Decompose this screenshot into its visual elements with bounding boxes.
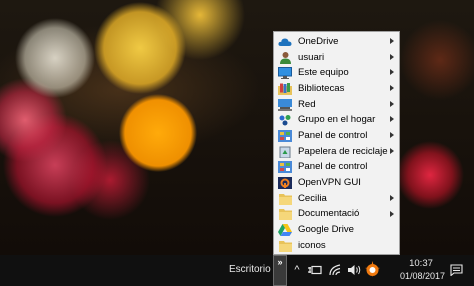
submenu-arrow-icon: [390, 85, 394, 92]
show-hidden-icons-button[interactable]: ^: [292, 263, 302, 277]
google-drive-icon: [278, 224, 292, 237]
submenu-arrow-icon: [390, 53, 394, 60]
desktop-wallpaper: [0, 0, 474, 255]
menu-item-cecilia[interactable]: Cecilia: [274, 191, 399, 207]
wifi-icon[interactable]: [329, 263, 342, 277]
openvpn-icon: [278, 177, 292, 190]
taskbar: Escritorio » ^ 10:37 01/08/2017: [0, 255, 474, 286]
chevron-up-icon: ^: [294, 264, 300, 276]
menu-item-documentacio[interactable]: Documentació: [274, 207, 399, 223]
menu-item-label: Google Drive: [298, 224, 354, 236]
folder-icon: [278, 240, 292, 252]
clock-time: 10:37: [409, 258, 433, 269]
menu-item-label: Bibliotecas: [298, 82, 345, 94]
submenu-arrow-icon: [390, 194, 394, 201]
menu-item-label: OpenVPN GUI: [298, 177, 361, 189]
menu-item-label: Panel de control: [298, 129, 368, 141]
control-panel-icon: [278, 129, 292, 142]
menu-item-label: Documentació: [298, 208, 360, 220]
menu-item-label: Este equipo: [298, 67, 349, 79]
menu-item-openvpn[interactable]: OpenVPN GUI: [274, 175, 399, 191]
computer-icon: [278, 67, 292, 80]
clock-date: 01/08/2017: [400, 271, 446, 281]
libraries-icon: [278, 82, 292, 95]
chevron-label: »: [277, 257, 283, 267]
menu-item-usuari[interactable]: usuari: [274, 50, 399, 66]
submenu-arrow-icon: [390, 38, 394, 44]
menu-item-label: Cecilia: [298, 192, 327, 204]
submenu-arrow-icon: [390, 147, 394, 154]
submenu-arrow-icon: [390, 69, 394, 76]
submenu-arrow-icon: [390, 132, 394, 139]
desktop-toolbar-label[interactable]: Escritorio: [229, 264, 271, 275]
menu-item-label: usuari: [298, 51, 325, 63]
menu-item-panel-control-shortcut[interactable]: Panel de control: [274, 160, 399, 176]
menu-item-label: iconos: [298, 239, 326, 251]
menu-item-label: Papelera de reciclaje: [298, 145, 388, 157]
menu-item-este-equipo[interactable]: Este equipo: [274, 65, 399, 81]
submenu-arrow-icon: [390, 210, 394, 217]
menu-item-onedrive[interactable]: OneDrive: [274, 34, 399, 50]
control-panel-icon: [278, 161, 292, 174]
menu-item-grupo-hogar[interactable]: Grupo en el hogar: [274, 112, 399, 128]
recycle-bin-icon: [278, 146, 292, 159]
action-center-icon[interactable]: [449, 263, 463, 277]
menu-item-bibliotecas[interactable]: Bibliotecas: [274, 81, 399, 97]
folder-icon: [278, 208, 292, 221]
menu-item-iconos[interactable]: iconos: [274, 238, 399, 254]
submenu-arrow-icon: [390, 100, 394, 107]
user-folder-icon: [278, 52, 292, 65]
volume-icon[interactable]: [347, 263, 361, 277]
submenu-arrow-icon: [390, 116, 394, 123]
onedrive-cloud-icon: [278, 36, 292, 48]
desktop-toolbar-menu: OneDrive usuari Este equipo Bibliotecas …: [273, 31, 400, 255]
network-icon: [278, 98, 292, 111]
menu-item-google-drive[interactable]: Google Drive: [274, 222, 399, 238]
menu-item-label: OneDrive: [298, 35, 339, 47]
menu-item-label: Red: [298, 98, 316, 110]
menu-item-label: Panel de control: [298, 161, 368, 173]
menu-item-label: Grupo en el hogar: [298, 114, 376, 126]
folder-icon: [278, 193, 292, 205]
avast-icon[interactable]: [365, 261, 380, 277]
battery-plug-icon[interactable]: [308, 263, 322, 277]
menu-item-panel-control[interactable]: Panel de control: [274, 128, 399, 144]
menu-item-red[interactable]: Red: [274, 97, 399, 113]
system-clock[interactable]: 10:37 01/08/2017: [400, 258, 446, 282]
homegroup-icon: [278, 114, 292, 126]
menu-item-papelera[interactable]: Papelera de reciclaje: [274, 144, 399, 160]
toolbar-chevron-button[interactable]: »: [273, 255, 287, 286]
